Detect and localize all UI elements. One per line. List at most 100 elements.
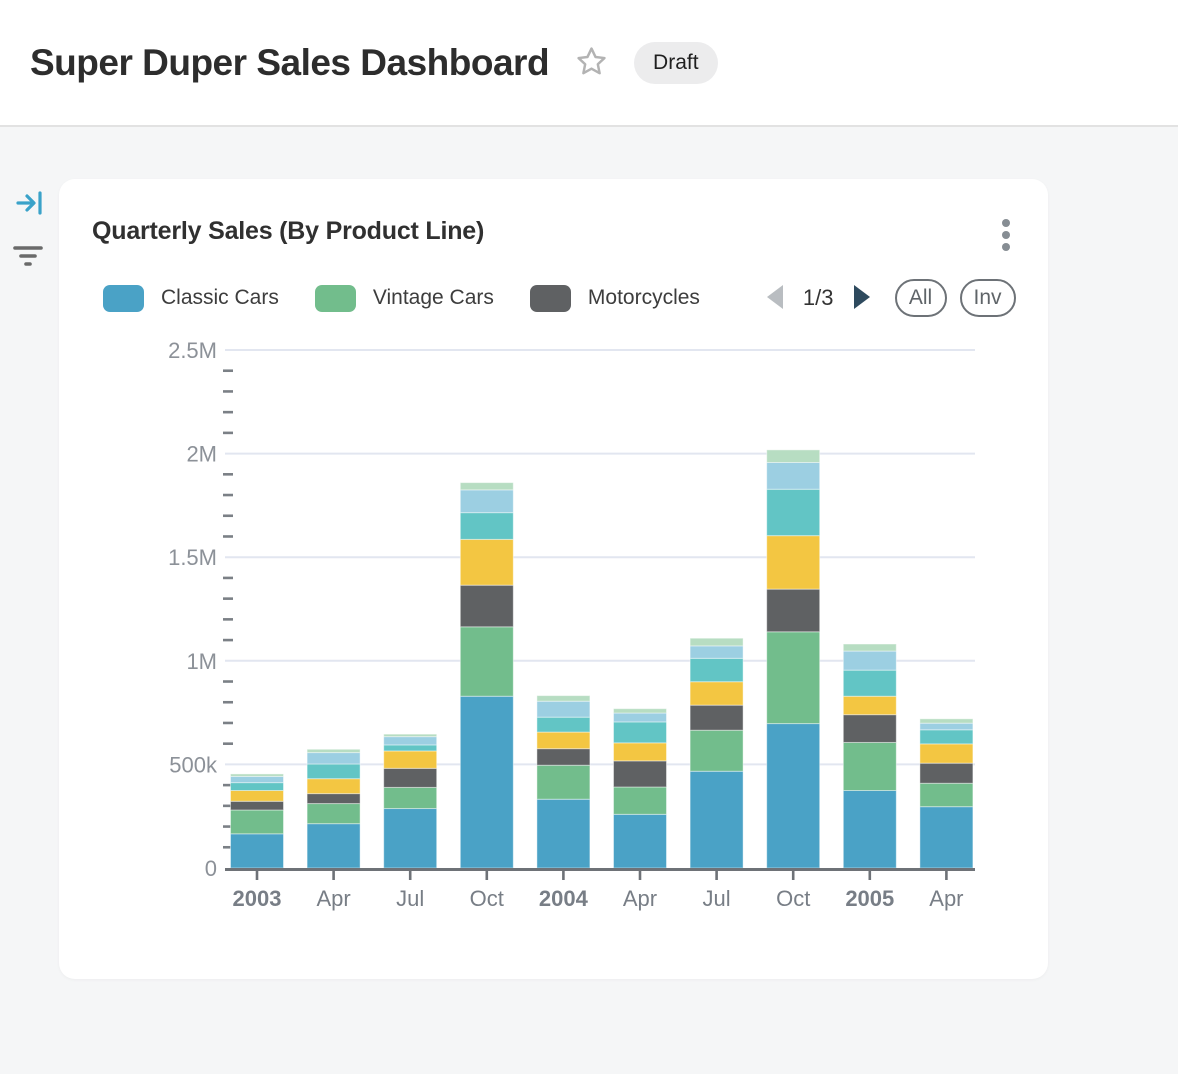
bar-segment[interactable]	[537, 765, 590, 799]
filter-icon	[13, 257, 43, 272]
bar-segment[interactable]	[460, 490, 513, 513]
bar-Oct[interactable]	[767, 450, 820, 868]
legend-item-classic-cars[interactable]: Classic Cars	[103, 285, 279, 312]
bar-segment[interactable]	[690, 705, 743, 730]
bar-segment[interactable]	[384, 787, 437, 808]
bar-segment[interactable]	[537, 749, 590, 766]
bar-Jul[interactable]	[690, 638, 743, 868]
bar-segment[interactable]	[767, 724, 820, 868]
bar-segment[interactable]	[384, 809, 437, 868]
bar-Jul[interactable]	[384, 734, 437, 868]
bar-segment[interactable]	[460, 513, 513, 540]
bar-segment[interactable]	[843, 651, 896, 670]
bar-Oct[interactable]	[460, 483, 513, 868]
bar-segment[interactable]	[460, 585, 513, 627]
bar-segment[interactable]	[920, 723, 973, 730]
bar-segment[interactable]	[231, 810, 284, 834]
bar-segment[interactable]	[767, 463, 820, 490]
bar-segment[interactable]	[537, 799, 590, 868]
bar-segment[interactable]	[460, 627, 513, 696]
bar-2003[interactable]	[231, 774, 284, 868]
bar-segment[interactable]	[767, 450, 820, 463]
x-axis-tick-label: 2004	[539, 886, 589, 911]
bar-2005[interactable]	[843, 644, 896, 868]
legend-item-vintage-cars[interactable]: Vintage Cars	[315, 285, 494, 312]
bar-segment[interactable]	[614, 713, 667, 722]
favorite-star-button[interactable]	[575, 45, 608, 81]
bar-segment[interactable]	[231, 801, 284, 810]
bar-segment[interactable]	[460, 696, 513, 868]
bar-segment[interactable]	[231, 791, 284, 802]
y-axis-tick-label: 2.5M	[168, 338, 217, 363]
bar-segment[interactable]	[920, 719, 973, 723]
bar-segment[interactable]	[920, 744, 973, 763]
bar-segment[interactable]	[843, 670, 896, 696]
bar-segment[interactable]	[307, 779, 360, 794]
bar-segment[interactable]	[614, 709, 667, 713]
bar-segment[interactable]	[690, 771, 743, 868]
bar-segment[interactable]	[920, 783, 973, 806]
bar-segment[interactable]	[690, 730, 743, 771]
x-axis-tick-label: Oct	[776, 886, 810, 911]
bar-segment[interactable]	[537, 701, 590, 717]
bar-segment[interactable]	[307, 804, 360, 824]
bar-Apr[interactable]	[614, 709, 667, 868]
inv-button[interactable]: Inv	[960, 279, 1016, 317]
quarterly-sales-chart[interactable]: 0500k1M1.5M2M2.5M2003AprJulOct2004AprJul…	[59, 329, 1048, 959]
bar-segment[interactable]	[843, 791, 896, 868]
bar-segment[interactable]	[767, 536, 820, 589]
bar-Apr[interactable]	[920, 719, 973, 868]
bar-segment[interactable]	[307, 824, 360, 868]
bar-segment[interactable]	[843, 644, 896, 651]
bar-segment[interactable]	[767, 589, 820, 632]
bar-segment[interactable]	[384, 745, 437, 751]
bar-segment[interactable]	[920, 807, 973, 868]
bar-segment[interactable]	[231, 783, 284, 791]
x-axis-tick-label: 2003	[233, 886, 282, 911]
bar-segment[interactable]	[537, 696, 590, 702]
bar-segment[interactable]	[460, 483, 513, 490]
bar-segment[interactable]	[231, 834, 284, 868]
bar-segment[interactable]	[307, 749, 360, 752]
bar-segment[interactable]	[614, 743, 667, 761]
bar-segment[interactable]	[384, 737, 437, 745]
card-menu-button[interactable]	[996, 213, 1016, 257]
bar-segment[interactable]	[690, 682, 743, 705]
collapse-panel-button[interactable]	[16, 190, 44, 219]
bar-segment[interactable]	[614, 761, 667, 787]
bar-segment[interactable]	[920, 763, 973, 783]
legend-prev-button[interactable]	[762, 281, 788, 316]
bar-segment[interactable]	[231, 774, 284, 776]
bar-segment[interactable]	[614, 814, 667, 868]
bar-segment[interactable]	[460, 539, 513, 585]
bar-segment[interactable]	[843, 696, 896, 714]
bar-segment[interactable]	[614, 722, 667, 743]
legend-next-button[interactable]	[849, 281, 875, 316]
bar-segment[interactable]	[920, 730, 973, 744]
bar-segment[interactable]	[384, 751, 437, 768]
star-icon	[575, 45, 608, 81]
bar-segment[interactable]	[767, 632, 820, 724]
filter-button[interactable]	[13, 243, 43, 272]
bar-segment[interactable]	[690, 646, 743, 658]
all-button[interactable]: All	[895, 279, 947, 317]
bar-segment[interactable]	[690, 658, 743, 681]
bar-segment[interactable]	[537, 732, 590, 749]
y-axis-tick-label: 1.5M	[168, 545, 217, 570]
bar-segment[interactable]	[843, 742, 896, 790]
legend-item-motorcycles[interactable]: Motorcycles	[530, 285, 700, 312]
bar-segment[interactable]	[307, 764, 360, 779]
bar-segment[interactable]	[307, 794, 360, 804]
legend-swatch	[103, 285, 144, 312]
bar-segment[interactable]	[384, 768, 437, 787]
bar-segment[interactable]	[537, 717, 590, 732]
bar-segment[interactable]	[231, 776, 284, 782]
bar-segment[interactable]	[307, 753, 360, 764]
bar-segment[interactable]	[843, 715, 896, 743]
bar-segment[interactable]	[690, 638, 743, 646]
bar-segment[interactable]	[614, 787, 667, 814]
bar-segment[interactable]	[384, 734, 437, 736]
bar-segment[interactable]	[767, 489, 820, 535]
bar-2004[interactable]	[537, 696, 590, 868]
bar-Apr[interactable]	[307, 749, 360, 868]
